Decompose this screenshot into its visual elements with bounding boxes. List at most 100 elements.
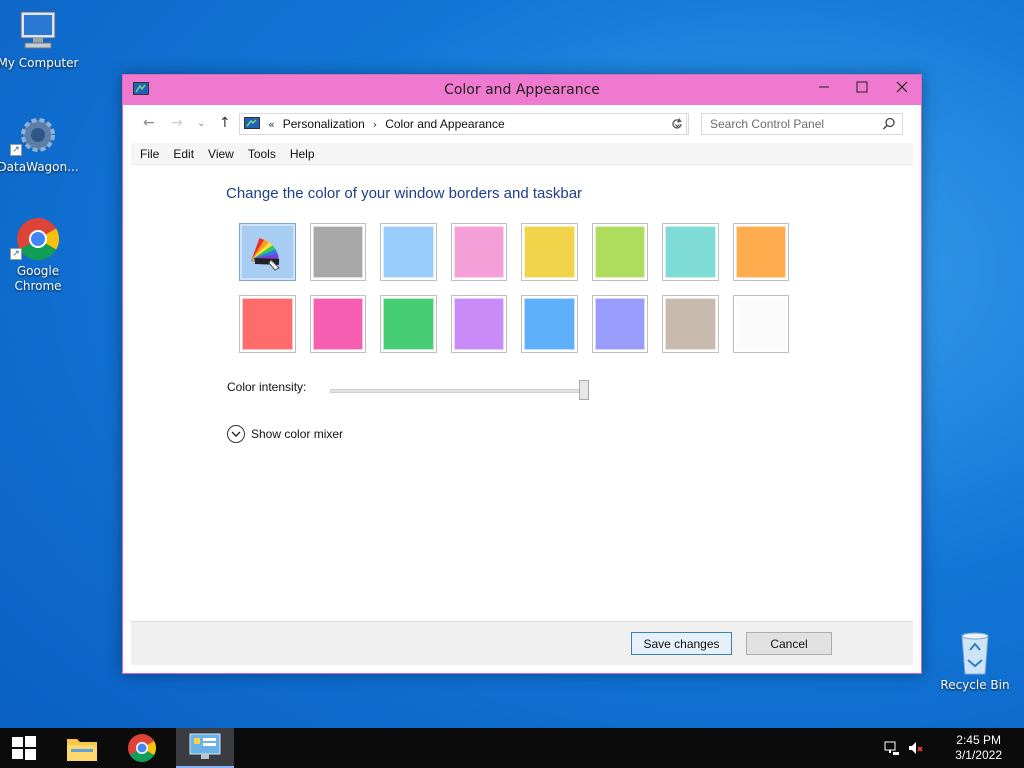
swatch-emerald[interactable] — [380, 295, 437, 353]
folder-icon — [67, 739, 97, 761]
color-palette-icon — [251, 238, 281, 271]
expand-chevron-icon — [227, 425, 245, 443]
up-arrow-icon[interactable]: ↑ — [219, 115, 231, 131]
swatch-gray[interactable] — [309, 223, 366, 281]
system-tray: 2:45 PM 3/1/2022 — [884, 728, 1024, 768]
color-intensity-label: Color intensity: — [227, 380, 307, 394]
swatch-orange[interactable] — [732, 223, 789, 281]
swatch-pink[interactable] — [450, 223, 507, 281]
search-icon[interactable] — [882, 117, 896, 131]
recycle-bin-icon — [961, 632, 989, 675]
close-button[interactable] — [883, 75, 921, 99]
maximize-button[interactable] — [843, 75, 881, 99]
swatch-violet[interactable] — [450, 295, 507, 353]
swatch-fill — [312, 298, 363, 350]
menu-file[interactable]: File — [140, 147, 159, 161]
swatch-fill — [665, 298, 716, 350]
address-bar[interactable]: « Personalization › Color and Appearance… — [239, 113, 687, 135]
navigation-bar: ← → ⌄ ↑ « Personalization › Color and Ap… — [123, 105, 921, 143]
chrome-icon — [128, 734, 156, 762]
swatch-magenta[interactable] — [309, 295, 366, 353]
cancel-button[interactable]: Cancel — [746, 632, 832, 655]
taskbar: 2:45 PM 3/1/2022 — [0, 728, 1024, 768]
address-overflow[interactable]: « — [268, 118, 275, 131]
desktop-icon-recycle-bin[interactable]: Recycle Bin — [933, 630, 1017, 693]
search-input[interactable]: Search Control Panel — [701, 113, 903, 135]
swatch-fill — [242, 298, 293, 350]
swatch-red[interactable] — [239, 295, 296, 353]
start-button[interactable] — [0, 728, 48, 768]
desktop-icon-datawagon[interactable]: ↗ DataWagon... — [0, 112, 80, 175]
desktop-icon-google-chrome[interactable]: ↗ Google Chrome — [0, 216, 80, 294]
swatch-fill — [735, 226, 786, 278]
show-color-mixer-toggle[interactable]: Show color mixer — [227, 425, 343, 443]
menu-tools[interactable]: Tools — [248, 147, 276, 161]
close-icon — [896, 81, 908, 93]
swatch-green[interactable] — [591, 223, 648, 281]
menu-edit[interactable]: Edit — [173, 147, 194, 161]
color-appearance-window: Color and Appearance ← → ⌄ ↑ « Personali… — [122, 74, 922, 674]
save-changes-button[interactable]: Save changes — [631, 632, 732, 655]
taskbar-control-panel[interactable] — [176, 728, 234, 768]
desktop-icon-label: Recycle Bin — [940, 678, 1010, 692]
swatch-fill — [383, 298, 434, 350]
swatch-yellow[interactable] — [521, 223, 578, 281]
back-arrow-icon[interactable]: ← — [143, 115, 155, 131]
swatch-periwinkle[interactable] — [591, 295, 648, 353]
taskbar-google-chrome[interactable] — [118, 728, 166, 768]
minimize-button[interactable] — [805, 75, 843, 99]
swatch-fill — [383, 226, 434, 278]
color-intensity-slider[interactable] — [330, 389, 588, 393]
breadcrumb-personalization[interactable]: Personalization — [283, 117, 365, 131]
recent-locations-chevron-icon[interactable]: ⌄ — [197, 118, 205, 129]
swatch-blue[interactable] — [521, 295, 578, 353]
swatch-light-blue[interactable] — [380, 223, 437, 281]
swatch-taupe[interactable] — [662, 295, 719, 353]
menu-help[interactable]: Help — [290, 147, 315, 161]
swatch-teal[interactable] — [662, 223, 719, 281]
shortcut-arrow-icon: ↗ — [10, 144, 22, 156]
desktop-icon-my-computer[interactable]: My Computer — [0, 10, 80, 71]
volume-muted-icon[interactable] — [908, 740, 924, 756]
clock-time: 2:45 PM — [956, 733, 1001, 747]
desktop-icon-label: DataWagon... — [0, 160, 79, 174]
breadcrumb-separator-icon: › — [372, 117, 378, 131]
forward-arrow-icon[interactable]: → — [171, 115, 183, 131]
swatch-fill — [524, 226, 575, 278]
swatch-fill — [453, 226, 504, 278]
refresh-button[interactable] — [665, 113, 689, 135]
menu-bar: File Edit View Tools Help — [131, 143, 913, 165]
minimize-icon — [819, 86, 829, 88]
swatch-fill — [665, 226, 716, 278]
clock-date: 3/1/2022 — [955, 748, 1002, 762]
swatch-automatic[interactable] — [239, 223, 296, 281]
control-panel-icon — [189, 733, 221, 759]
desktop-icon-label: My Computer — [0, 56, 79, 70]
title-bar[interactable]: Color and Appearance — [123, 75, 921, 105]
dialog-footer: Save changes Cancel — [131, 621, 913, 665]
search-placeholder: Search Control Panel — [710, 117, 825, 131]
page-heading: Change the color of your window borders … — [226, 185, 583, 202]
control-panel-icon — [244, 117, 260, 129]
network-icon[interactable] — [884, 740, 900, 756]
window-title: Color and Appearance — [444, 82, 600, 98]
desktop-icon-label: Google Chrome — [14, 264, 62, 293]
maximize-icon — [856, 81, 868, 93]
swatch-fill — [453, 298, 504, 350]
breadcrumb-color-appearance[interactable]: Color and Appearance — [385, 117, 504, 131]
show-color-mixer-label: Show color mixer — [251, 427, 344, 441]
shortcut-arrow-icon: ↗ — [10, 248, 22, 260]
taskbar-clock[interactable]: 2:45 PM 3/1/2022 — [955, 733, 1002, 763]
menu-view[interactable]: View — [208, 147, 234, 161]
color-intensity-slider-thumb[interactable] — [579, 380, 589, 400]
swatch-fill — [735, 298, 786, 350]
swatch-white[interactable] — [732, 295, 789, 353]
swatch-fill — [594, 226, 645, 278]
refresh-icon — [671, 118, 682, 129]
windows-logo-icon — [12, 736, 36, 760]
computer-icon — [20, 11, 56, 49]
color-swatch-grid — [239, 223, 803, 367]
content-area: Change the color of your window borders … — [131, 165, 913, 621]
taskbar-file-explorer[interactable] — [58, 728, 106, 768]
swatch-fill — [312, 226, 363, 278]
